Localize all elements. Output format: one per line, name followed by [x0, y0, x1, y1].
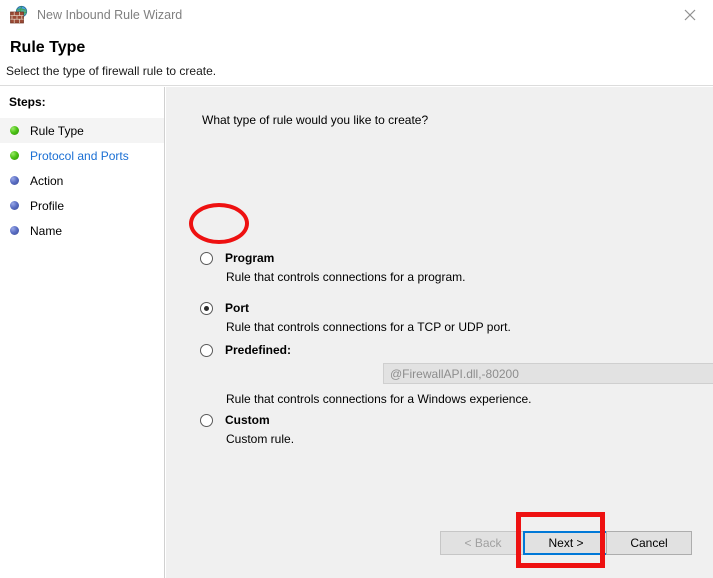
question-text: What type of rule would you like to crea… [202, 113, 429, 127]
sidebar-item-name[interactable]: Name [0, 218, 164, 243]
radio-row-port[interactable]: Port [200, 301, 249, 315]
step-bullet-icon [10, 176, 19, 185]
steps-heading: Steps: [9, 95, 46, 109]
predefined-dropdown-value: @FirewallAPI.dll,-80200 [390, 366, 519, 381]
window-title: New Inbound Rule Wizard [37, 8, 183, 22]
close-icon[interactable] [667, 0, 713, 30]
next-button[interactable]: Next > [523, 531, 609, 555]
cancel-button[interactable]: Cancel [606, 531, 692, 555]
sidebar-item-label: Action [30, 173, 64, 188]
main-panel: What type of rule would you like to crea… [166, 87, 713, 578]
option-label: Custom [225, 413, 270, 427]
option-description: Rule that controls connections for a Win… [226, 392, 532, 406]
page-header: Rule Type Select the type of firewall ru… [0, 30, 713, 86]
option-description: Rule that controls connections for a pro… [226, 270, 466, 284]
title-bar: New Inbound Rule Wizard [0, 0, 713, 30]
step-bullet-icon [10, 201, 19, 210]
option-predefined: Predefined: Rule that controls connectio… [200, 343, 532, 406]
sidebar-item-profile[interactable]: Profile [0, 193, 164, 218]
firewall-icon [9, 5, 29, 25]
option-program: Program Rule that controls connections f… [200, 251, 465, 284]
option-label: Port [225, 301, 249, 315]
option-label: Predefined: [225, 343, 292, 357]
steps-sidebar: Steps: Rule Type Protocol and Ports Acti… [0, 87, 165, 578]
radio-predefined[interactable] [200, 344, 213, 357]
option-description: Custom rule. [226, 432, 295, 446]
sidebar-item-label: Protocol and Ports [30, 148, 129, 163]
sidebar-item-label: Profile [30, 198, 65, 213]
radio-row-custom[interactable]: Custom [200, 413, 270, 427]
sidebar-item-rule-type[interactable]: Rule Type [0, 118, 164, 143]
radio-program[interactable] [200, 252, 213, 265]
sidebar-item-protocol-and-ports[interactable]: Protocol and Ports [0, 143, 164, 168]
page-subtitle: Select the type of firewall rule to crea… [6, 64, 217, 78]
page-title: Rule Type [10, 39, 86, 56]
option-label: Program [225, 251, 275, 265]
back-button[interactable]: < Back [440, 531, 526, 555]
sidebar-item-action[interactable]: Action [0, 168, 164, 193]
option-port: Port Rule that controls connections for … [200, 301, 511, 334]
radio-row-program[interactable]: Program [200, 251, 274, 265]
steps-list: Rule Type Protocol and Ports Action Prof… [0, 118, 164, 243]
option-description: Rule that controls connections for a TCP… [226, 320, 511, 334]
sidebar-item-label: Name [30, 223, 63, 238]
step-bullet-icon [10, 126, 19, 135]
step-bullet-icon [10, 226, 19, 235]
radio-custom[interactable] [200, 414, 213, 427]
step-bullet-icon [10, 151, 19, 160]
option-custom: Custom Custom rule. [200, 413, 294, 446]
radio-port[interactable] [200, 302, 213, 315]
sidebar-item-label: Rule Type [30, 123, 84, 138]
predefined-dropdown[interactable]: @FirewallAPI.dll,-80200 [383, 363, 713, 384]
radio-row-predefined[interactable]: Predefined: [200, 343, 291, 357]
wizard-window: New Inbound Rule Wizard Rule Type Select… [0, 0, 713, 578]
